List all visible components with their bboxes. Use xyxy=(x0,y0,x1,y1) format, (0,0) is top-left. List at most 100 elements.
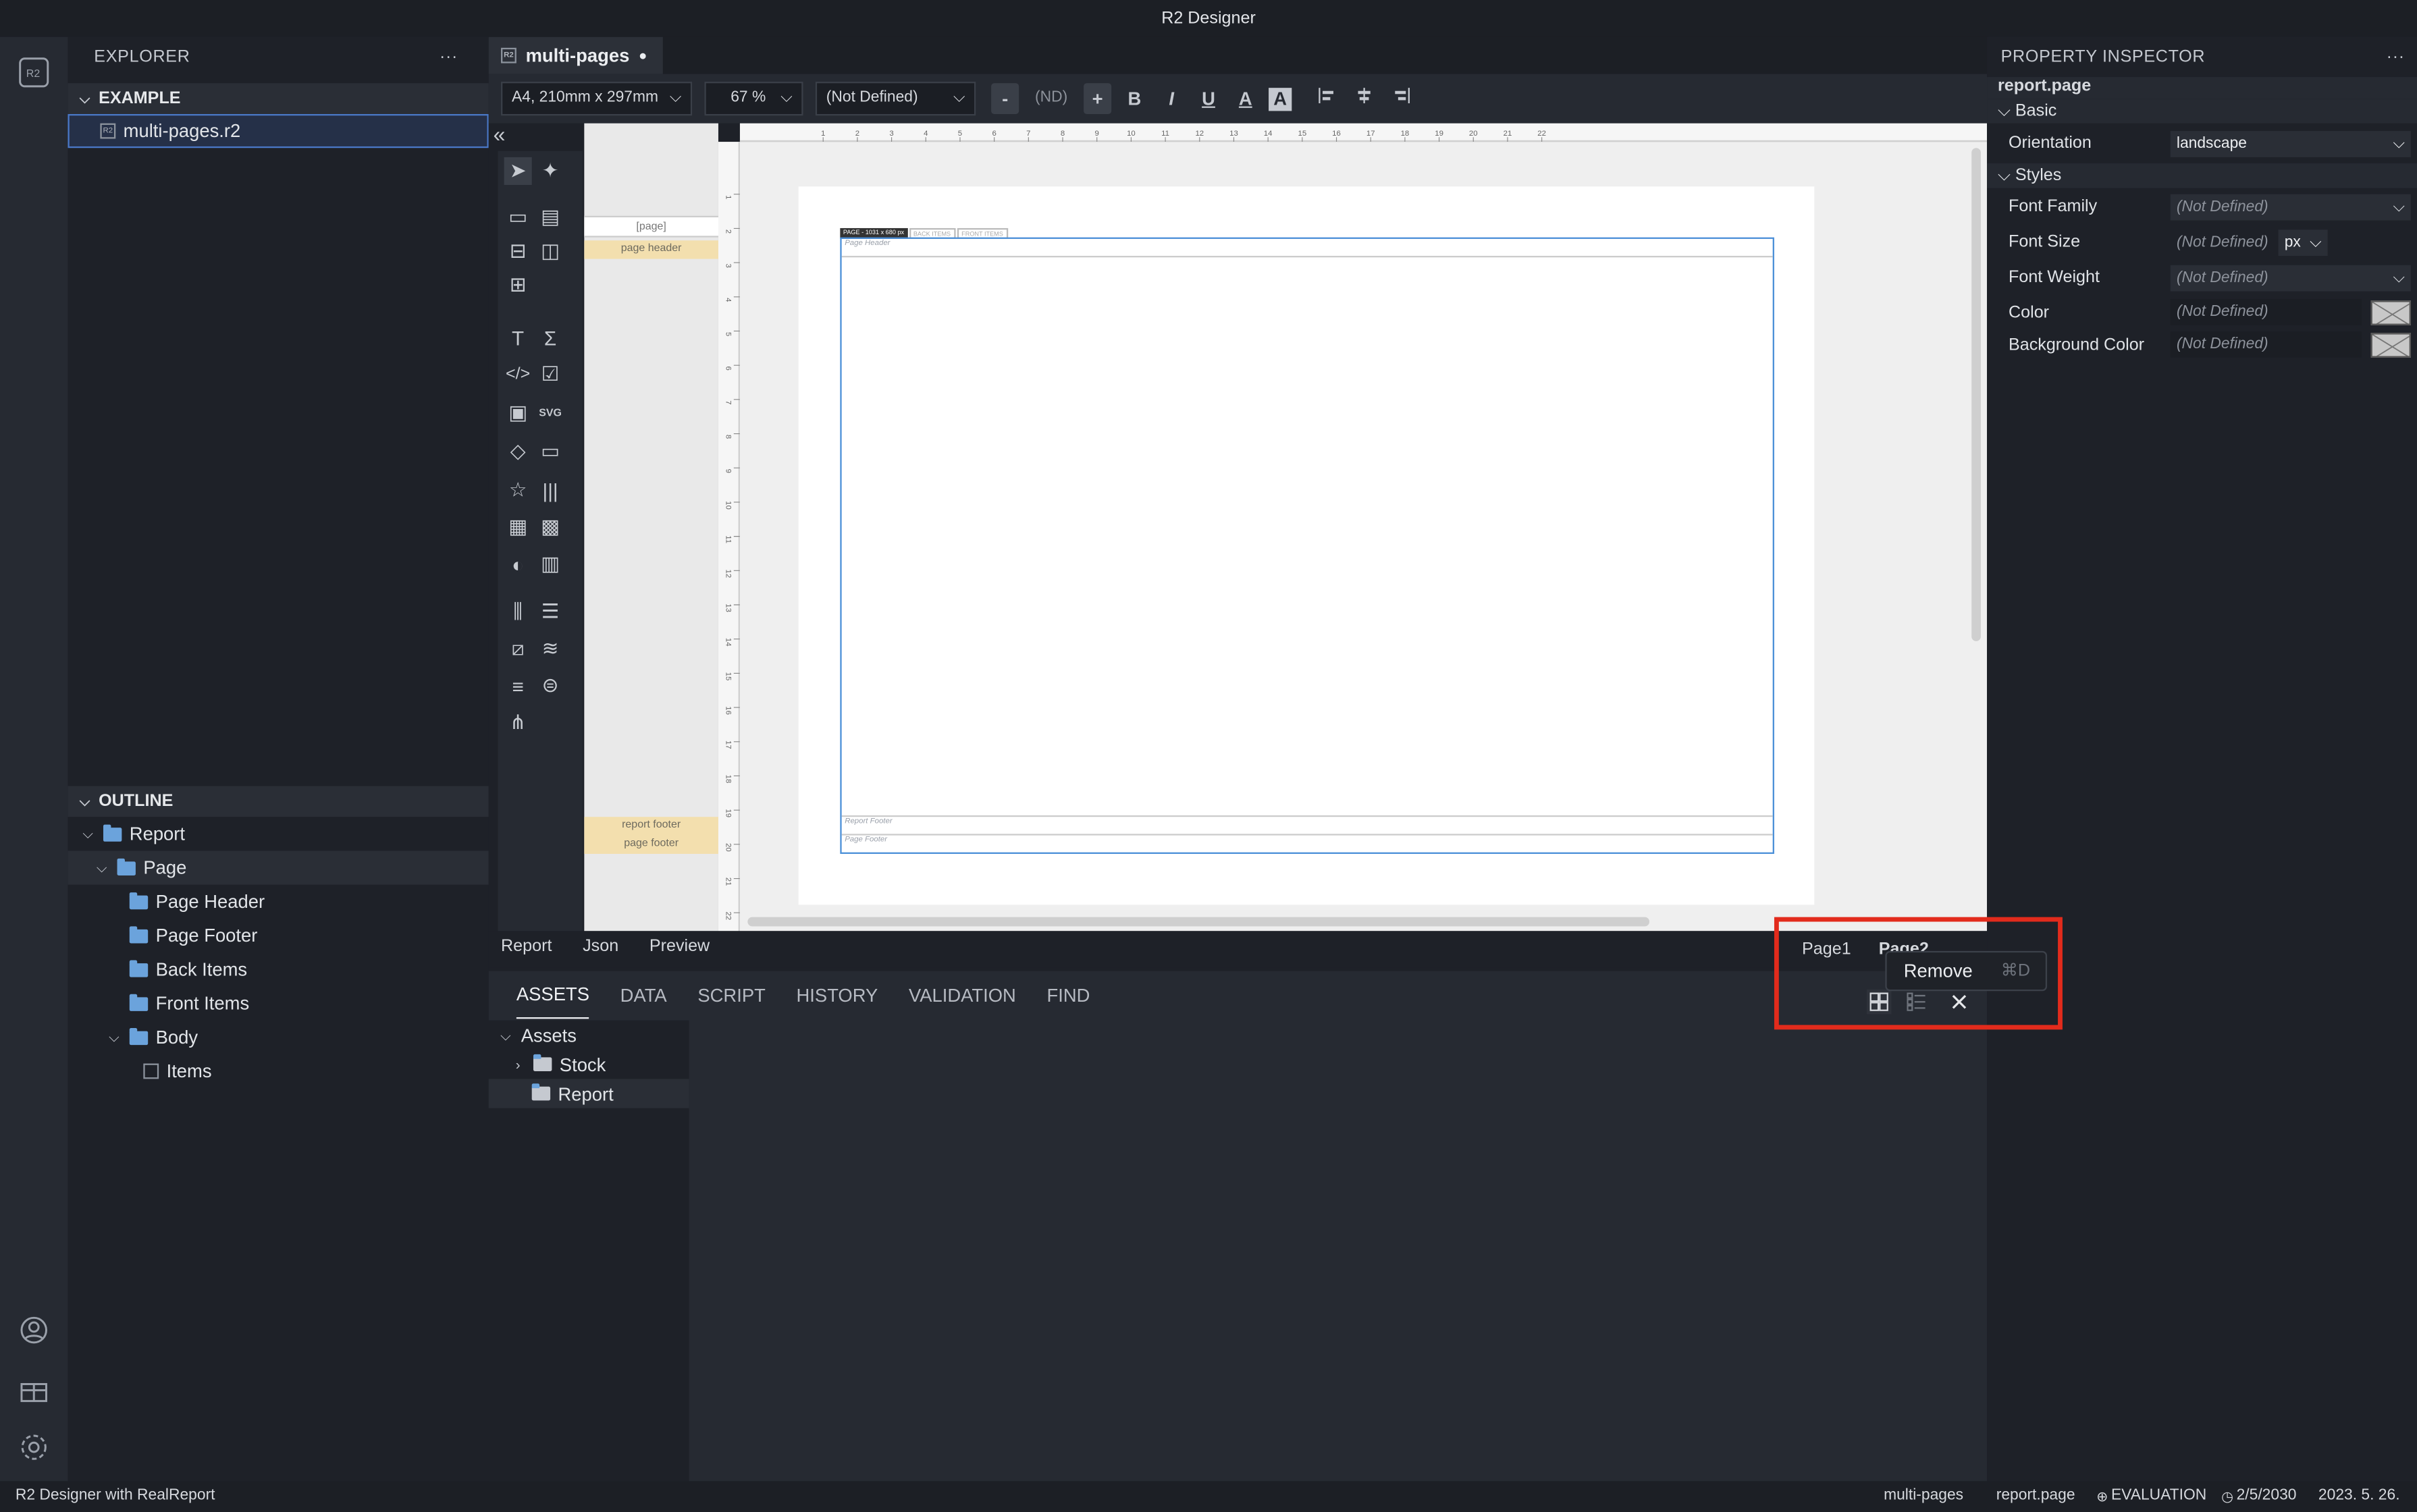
background-color-input[interactable]: (Not Defined) xyxy=(2170,331,2362,358)
align-right-icon[interactable] xyxy=(1387,83,1415,114)
table-icon[interactable]: ⊞ xyxy=(504,271,532,299)
outline-item-body[interactable]: ⌵ Body xyxy=(68,1021,488,1054)
band-page-header[interactable]: page header xyxy=(584,240,718,259)
align-center-icon[interactable] xyxy=(1350,83,1378,114)
layers-icon[interactable]: ≋ xyxy=(537,635,564,663)
font-color-button[interactable]: A xyxy=(1231,83,1259,114)
tab-validation[interactable]: VALIDATION xyxy=(909,971,1016,1021)
status-file[interactable]: multi-pages xyxy=(1884,1481,1963,1512)
chart-icon[interactable]: ◐ xyxy=(504,550,532,578)
bold-button[interactable]: B xyxy=(1121,83,1148,114)
orientation-select[interactable]: landscape ⌵ xyxy=(2170,130,2411,157)
canvas-page-footer[interactable]: Page Footer xyxy=(841,834,1773,852)
view-tab-json[interactable]: Json xyxy=(583,931,618,968)
editor-tab-multi-pages[interactable]: R2 multi-pages ● xyxy=(488,36,663,74)
tab-find[interactable]: FIND xyxy=(1047,971,1090,1021)
outline-item-front-items[interactable]: Front Items xyxy=(68,986,488,1020)
checkbox-icon[interactable]: ☑ xyxy=(537,360,564,388)
account-icon[interactable] xyxy=(17,1313,51,1347)
report-page-paper[interactable]: PAGE - 1031 x 680 px BACK ITEMS FRONT IT… xyxy=(798,186,1815,905)
page-size-select[interactable]: A4, 210mm x 297mm ⌵ xyxy=(501,82,693,116)
status-license[interactable]: ⊕ EVALUATION xyxy=(2096,1481,2206,1512)
assets-report[interactable]: Report xyxy=(488,1079,689,1108)
list-band-icon[interactable]: ⊜ xyxy=(537,672,564,700)
band-icon[interactable]: ▭ xyxy=(504,203,532,231)
tree-layout-icon[interactable]: ⋔ xyxy=(504,709,532,736)
ruler-h-label: 18 xyxy=(1401,130,1410,138)
styles-section-header[interactable]: ⌵ Styles xyxy=(1987,163,2417,188)
summary-sigma-icon[interactable]: Σ xyxy=(537,324,564,352)
background-color-swatch[interactable] xyxy=(2370,332,2411,357)
canvas-page-header[interactable]: Page Header xyxy=(841,239,1773,258)
svg-icon[interactable]: SVG xyxy=(537,399,564,427)
file-item-multi-pages[interactable]: R2 multi-pages.r2 xyxy=(68,113,489,148)
align-left-icon[interactable] xyxy=(1313,83,1341,114)
star-icon[interactable]: ☆ xyxy=(504,477,532,504)
font-size-increase-button[interactable]: + xyxy=(1084,83,1112,114)
crosstab-icon[interactable]: ▥ xyxy=(537,550,564,578)
select-pointer-icon[interactable]: ➤ xyxy=(504,157,532,186)
settings-gear-icon[interactable] xyxy=(17,1430,51,1464)
column-band-icon[interactable]: ◫ xyxy=(537,238,564,265)
outline-item-page[interactable]: ⌵ Page xyxy=(68,850,489,885)
band-page[interactable]: [page] xyxy=(584,215,718,238)
band-footers[interactable]: report footer page footer xyxy=(584,817,718,855)
zoom-select[interactable]: 67 % ⌵ xyxy=(704,82,803,116)
font-size-value[interactable]: (ND) xyxy=(1028,83,1074,114)
example-section-header[interactable]: ⌵ EXAMPLE xyxy=(68,83,489,114)
assets-root[interactable]: ⌵ Assets xyxy=(489,1021,689,1050)
color-input[interactable]: (Not Defined) xyxy=(2170,298,2362,325)
text-icon[interactable]: T xyxy=(504,324,532,352)
barcode-icon[interactable]: ||| xyxy=(537,477,564,504)
group-band-icon[interactable]: ⊟ xyxy=(504,238,532,265)
font-size-input[interactable]: (Not Defined) xyxy=(2171,229,2275,255)
datamatrix-icon[interactable]: ▩ xyxy=(537,513,564,541)
status-target[interactable]: report.page xyxy=(1996,1481,2075,1512)
button-field-icon[interactable]: ▭ xyxy=(537,437,564,465)
font-weight-select[interactable]: (Not Defined) ⌵ xyxy=(2170,264,2411,291)
outline-item-page-footer[interactable]: Page Footer xyxy=(68,919,488,952)
vertical-scrollbar[interactable] xyxy=(1971,148,1981,641)
gift-icon[interactable] xyxy=(17,1372,51,1405)
horizontal-scrollbar[interactable] xyxy=(747,917,1650,927)
collapse-panel-icon[interactable]: « xyxy=(494,122,506,146)
background-color-button[interactable]: A xyxy=(1269,87,1292,111)
magic-select-icon[interactable]: ✦ xyxy=(537,157,564,185)
outline-item-items[interactable]: Items xyxy=(68,1054,488,1088)
tab-data[interactable]: DATA xyxy=(620,971,667,1021)
font-size-decrease-button[interactable]: - xyxy=(991,83,1019,114)
list-icon[interactable]: ≡ xyxy=(504,672,532,700)
outline-item-page-header[interactable]: Page Header xyxy=(68,885,488,919)
line-icon[interactable]: ⧄ xyxy=(504,635,532,663)
view-tab-preview[interactable]: Preview xyxy=(649,931,710,968)
shapes-icon[interactable]: ◇ xyxy=(504,437,532,465)
qrcode-icon[interactable]: ▦ xyxy=(504,513,532,541)
r2-logo-icon[interactable]: R2 xyxy=(17,55,51,89)
stack-columns-icon[interactable]: ⫼ xyxy=(504,598,532,626)
ruler-h-label: 12 xyxy=(1195,130,1204,138)
image-icon[interactable]: ▣ xyxy=(504,399,532,427)
explorer-more-button[interactable]: ··· xyxy=(440,37,458,77)
tab-assets[interactable]: ASSETS xyxy=(516,971,590,1019)
page-body-frame[interactable]: Page Header Report Footer Page Footer xyxy=(840,237,1774,855)
color-swatch[interactable] xyxy=(2370,300,2411,325)
view-tab-report[interactable]: Report xyxy=(501,931,552,968)
stack-rows-icon[interactable]: ☰ xyxy=(537,598,564,626)
inspector-more-button[interactable]: ··· xyxy=(2387,37,2405,77)
font-family-select[interactable]: (Not Defined) ⌵ xyxy=(2170,193,2411,220)
outline-section-header[interactable]: ⌵ OUTLINE xyxy=(68,786,489,817)
canvas-report-footer[interactable]: Report Footer xyxy=(841,815,1773,834)
tab-history[interactable]: HISTORY xyxy=(797,971,878,1021)
font-size-unit-select[interactable]: px ⌵ xyxy=(2278,229,2328,255)
assets-stock[interactable]: › Stock xyxy=(489,1050,689,1079)
html-code-icon[interactable]: </> xyxy=(504,360,532,388)
font-select[interactable]: (Not Defined) ⌵ xyxy=(815,82,976,116)
table-band-icon[interactable]: ▤ xyxy=(537,203,564,231)
outline-item-report[interactable]: ⌵ Report xyxy=(68,817,488,850)
ruler-h-label: 20 xyxy=(1469,130,1478,138)
outline-item-back-items[interactable]: Back Items xyxy=(68,952,488,986)
basic-section-header[interactable]: ⌵ Basic xyxy=(1987,99,2417,124)
underline-button[interactable]: U xyxy=(1194,83,1222,114)
italic-button[interactable]: I xyxy=(1158,83,1186,114)
tab-script[interactable]: SCRIPT xyxy=(697,971,765,1021)
